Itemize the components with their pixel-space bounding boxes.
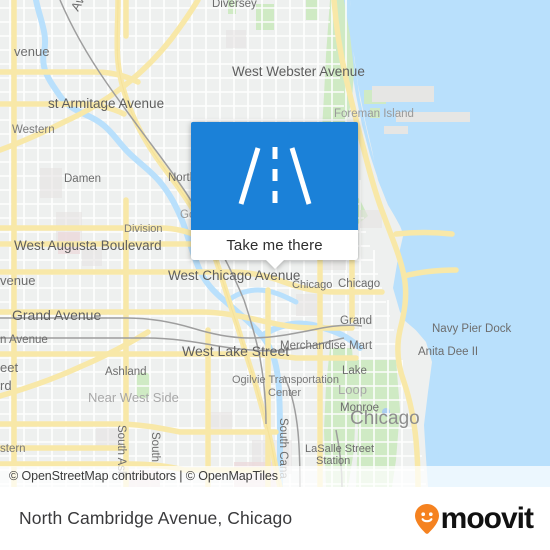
location-title: North Cambridge Avenue, Chicago — [19, 508, 293, 528]
map-label: West Chicago Avenue — [168, 268, 300, 283]
map-label: West Lake Street — [182, 343, 289, 359]
moovit-logo: moovit — [414, 501, 534, 535]
map-label: Ashland — [105, 366, 147, 378]
map-label: Loop — [338, 382, 367, 397]
callout-action[interactable]: Take me there — [191, 230, 358, 260]
map-label: venue — [0, 273, 35, 288]
map-label: rd — [0, 378, 12, 393]
road-icon — [238, 147, 311, 205]
callout-label: Take me there — [226, 236, 323, 254]
map-attribution: © OpenStreetMap contributors | © OpenMap… — [0, 466, 550, 487]
map-label: eet — [0, 360, 18, 375]
moovit-wordmark: moovit — [440, 501, 534, 535]
map-label: Ogilvie Transportation — [232, 374, 339, 386]
map-label: Chicago — [292, 279, 332, 291]
map-label: stern — [0, 443, 26, 455]
map-label: Foreman Island — [334, 108, 414, 120]
map-canvas[interactable]: DiverseyAvenueWest Webster Avenuevenuest… — [0, 0, 550, 487]
map-label: Center — [268, 387, 301, 399]
map-label: Grand — [340, 315, 372, 327]
map-label: Diversey — [212, 0, 257, 10]
map-label: Lake — [342, 365, 367, 377]
map-label: LaSalle Street — [305, 443, 374, 455]
map-label: Merchandise Mart — [280, 340, 373, 352]
map-label: Navy Pier Dock — [432, 323, 511, 335]
map-label: Near West Side — [88, 390, 179, 405]
map-label: n Avenue — [0, 334, 48, 346]
map-label: South — [149, 432, 161, 462]
take-me-there-callout[interactable]: Take me there — [191, 122, 358, 269]
map-label: Grand Avenue — [12, 307, 101, 323]
callout-icon-panel — [191, 122, 358, 230]
footer-bar: North Cambridge Avenue, Chicago moovit — [0, 487, 550, 550]
map-label: Division — [124, 223, 163, 235]
map-label: Anita Dee II — [418, 346, 478, 358]
map-label: West Augusta Boulevard — [14, 238, 162, 253]
map-label: West Webster Avenue — [232, 64, 365, 79]
map-label: st Armitage Avenue — [48, 96, 164, 111]
map-label: Damen — [64, 173, 101, 185]
map-label: Chicago — [338, 278, 380, 290]
map-label: Chicago — [350, 408, 420, 429]
callout-pointer — [264, 259, 285, 269]
map-label: Western — [12, 124, 55, 136]
map-label: venue — [14, 44, 49, 59]
moovit-pin-icon — [414, 503, 439, 534]
